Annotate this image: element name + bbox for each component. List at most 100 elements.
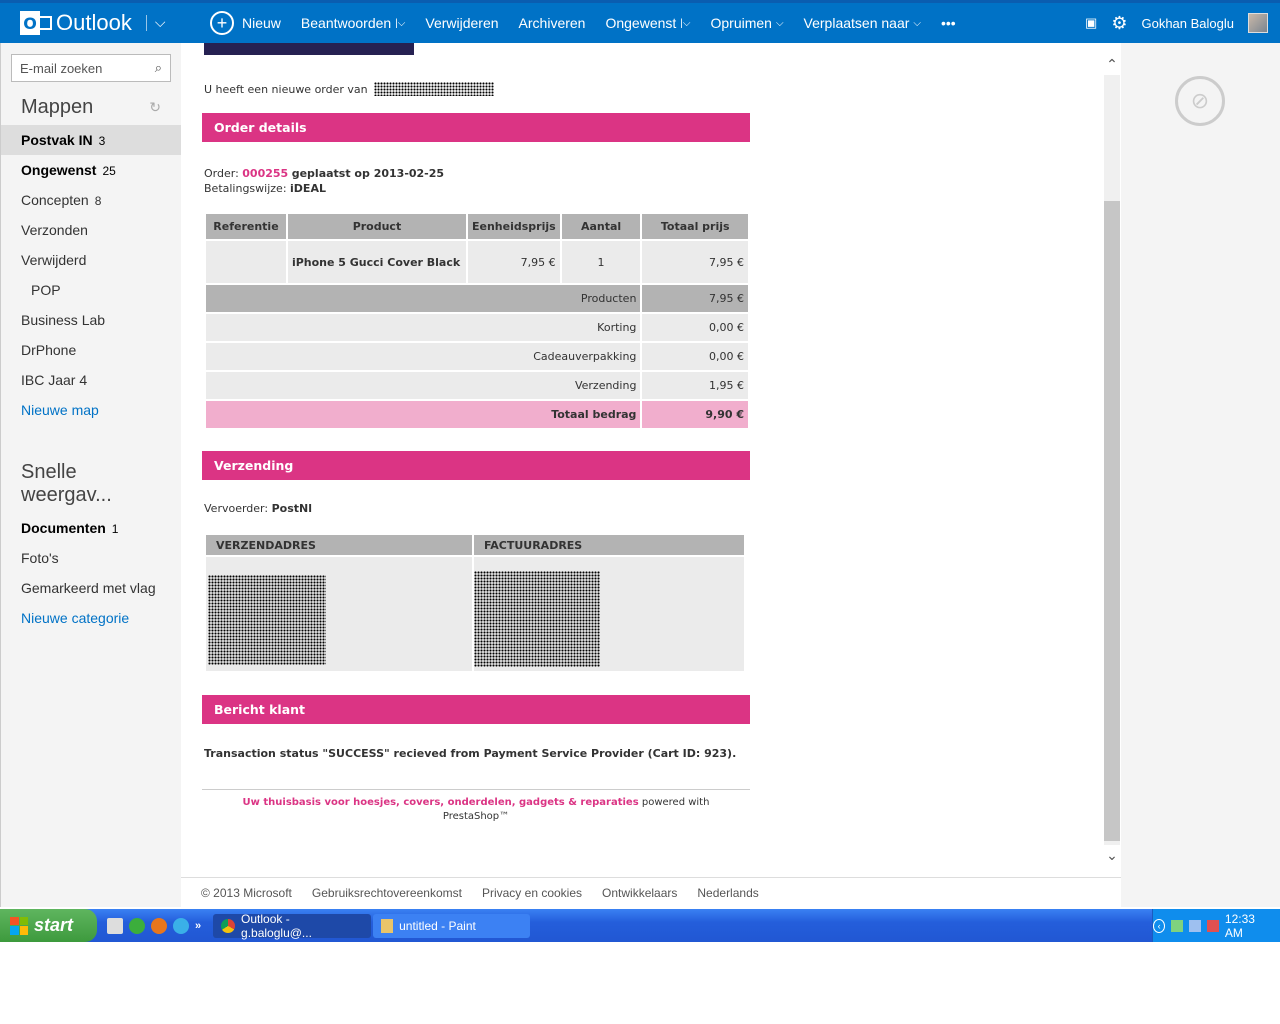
junk-button[interactable]: Ongewenst |⌵	[595, 15, 700, 31]
reply-button[interactable]: Beantwoorden |⌵	[291, 15, 415, 31]
chevron-down-icon: ⌵	[775, 17, 784, 29]
scroll-down-arrow[interactable]: ⌄	[1104, 848, 1120, 864]
task-paint[interactable]: untitled - Paint	[373, 913, 531, 938]
right-pane: ⊘	[1121, 43, 1280, 907]
scroll-thumb[interactable]	[1104, 201, 1120, 841]
top-bar: O Outlook ⌵ + Nieuw Beantwoorden |⌵ Verwij…	[0, 0, 1280, 43]
email-footer: Uw thuisbasis voor hoesjes, covers, onde…	[202, 789, 750, 824]
privacy-link[interactable]: Privacy en cookies	[482, 886, 582, 900]
more-button[interactable]: •••	[931, 15, 966, 31]
quick-flagged[interactable]: Gemarkeerd met vlag	[1, 573, 181, 603]
terms-link[interactable]: Gebruiksrechtovereenkomst	[312, 886, 462, 900]
folder-drphone[interactable]: DrPhone	[1, 335, 181, 365]
customer-message: Transaction status "SUCCESS" recieved fr…	[204, 747, 737, 760]
summary-row: Cadeauverpakking 0,00 €	[206, 343, 748, 370]
scroll-up-arrow[interactable]: ⌃	[1104, 57, 1120, 73]
windows-icon	[10, 916, 28, 935]
taskbar: start » Outlook - g.baloglu@... untitled…	[0, 909, 1280, 942]
chat-icon[interactable]: ▣	[1085, 15, 1097, 31]
chevron-down-icon[interactable]: ⌵	[145, 15, 165, 31]
chrome-icon	[221, 918, 236, 933]
order-details-header: Order details	[202, 113, 750, 142]
email-body: U heeft een nieuwe order van Order detai…	[202, 43, 750, 824]
order-table: Referentie Product Eenheidsprijs Aantal …	[204, 212, 750, 430]
app-name: Outlook	[56, 10, 132, 35]
system-tray: ‹ 12:33 AM	[1152, 909, 1280, 942]
folder-pop[interactable]: POP	[1, 275, 181, 305]
outlook-icon: O	[20, 8, 52, 38]
search-placeholder: E-mail zoeken	[20, 60, 103, 76]
billing-address	[474, 557, 744, 671]
shop-tagline-link[interactable]: Uw thuisbasis voor hoesjes, covers, onde…	[243, 797, 639, 808]
utorrent-icon[interactable]	[129, 917, 145, 934]
desktop-icon[interactable]	[107, 917, 123, 934]
summary-row: Producten 7,95 €	[206, 285, 748, 312]
order-number[interactable]: 000255	[242, 167, 288, 180]
table-header-row: Referentie Product Eenheidsprijs Aantal …	[206, 214, 748, 239]
quick-views-heading: Snelle weergav...	[21, 461, 112, 506]
gear-icon[interactable]: ⚙	[1111, 13, 1127, 34]
folder-inbox[interactable]: Postvak IN 3	[1, 125, 181, 155]
sweep-button[interactable]: Opruimen ⌵	[700, 15, 793, 31]
scrollbar[interactable]	[1104, 75, 1120, 845]
user-name[interactable]: Gokhan Baloglu	[1141, 16, 1234, 31]
quick-photos[interactable]: Foto's	[1, 543, 181, 573]
start-button[interactable]: start	[0, 909, 97, 942]
folder-drafts[interactable]: Concepten 8	[1, 185, 181, 215]
quick-launch: »	[97, 917, 211, 934]
total-row: Totaal bedrag 9,90 €	[206, 401, 748, 428]
task-outlook[interactable]: Outlook - g.baloglu@...	[213, 912, 372, 940]
address-table: VERZENDADRES FACTUURADRES	[204, 533, 746, 673]
language-link[interactable]: Nederlands	[697, 886, 758, 900]
shipping-address	[206, 557, 472, 671]
command-bar: + Nieuw Beantwoorden |⌵ Verwijderen Archiv…	[200, 3, 966, 43]
firefox-icon[interactable]	[151, 917, 167, 934]
folders-heading: Mappen ↻	[21, 96, 161, 118]
sidebar: E-mail zoeken ⌕ Mappen ↻ Postvak IN 3 Onge…	[0, 43, 181, 907]
chevron-down-icon: ⌵	[913, 17, 921, 29]
page-footer: © 2013 Microsoft Gebruiksrechtovereenkom…	[181, 877, 1121, 907]
developers-link[interactable]: Ontwikkelaars	[602, 886, 677, 900]
folder-junk[interactable]: Ongewenst 25	[1, 155, 181, 185]
user-area: ▣ ⚙ Gokhan Baloglu	[1085, 3, 1268, 43]
search-icon[interactable]: ⌕	[155, 60, 162, 76]
summary-row: Verzending 1,95 €	[206, 372, 748, 399]
paint-icon	[381, 918, 394, 933]
network-icon[interactable]	[1171, 919, 1184, 932]
archive-button[interactable]: Archiveren	[509, 15, 596, 31]
search-input[interactable]: E-mail zoeken ⌕	[11, 54, 171, 82]
new-folder-link[interactable]: Nieuwe map	[1, 395, 181, 425]
ie-icon[interactable]	[173, 917, 189, 934]
new-button[interactable]: + Nieuw	[200, 11, 291, 35]
clock[interactable]: 12:33 AM	[1225, 912, 1268, 940]
tray-expand-icon[interactable]: ‹	[1152, 918, 1166, 933]
folder-business-lab[interactable]: Business Lab	[1, 305, 181, 335]
plus-icon: +	[210, 11, 234, 35]
shipping-header: Verzending	[202, 451, 750, 480]
folder-ibc-jaar-4[interactable]: IBC Jaar 4	[1, 365, 181, 395]
new-category-link[interactable]: Nieuwe categorie	[1, 603, 181, 633]
order-info: Order: 000255 geplaatst op 2013-02-25 Be…	[204, 167, 445, 195]
greeting: U heeft een nieuwe order van	[202, 82, 750, 96]
plugin-disabled-icon: ⊘	[1175, 76, 1225, 126]
folder-sent[interactable]: Verzonden	[1, 215, 181, 245]
delete-button[interactable]: Verwijderen	[415, 15, 508, 31]
volume-icon[interactable]	[1189, 919, 1201, 932]
chevron-right-icon[interactable]: »	[195, 920, 201, 932]
outlook-logo[interactable]: O Outlook ⌵	[0, 3, 200, 43]
avatar[interactable]	[1248, 13, 1268, 33]
redacted-name	[373, 82, 494, 96]
carrier-info: Vervoerder: PostNl	[204, 502, 312, 515]
move-to-button[interactable]: Verplaatsen naar ⌵	[794, 15, 931, 31]
refresh-icon[interactable]: ↻	[149, 99, 161, 116]
chevron-down-icon: |⌵	[680, 17, 691, 29]
quick-documents[interactable]: Documenten 1	[1, 513, 181, 543]
chevron-down-icon: |⌵	[395, 17, 406, 29]
customer-message-header: Bericht klant	[202, 695, 750, 724]
copyright: © 2013 Microsoft	[201, 885, 292, 900]
security-icon[interactable]	[1207, 919, 1219, 932]
folder-deleted[interactable]: Verwijderd	[1, 245, 181, 275]
table-row: iPhone 5 Gucci Cover Black 7,95 € 1 7,95…	[206, 241, 748, 283]
redacted-address	[474, 571, 600, 667]
summary-row: Korting 0,00 €	[206, 314, 748, 341]
